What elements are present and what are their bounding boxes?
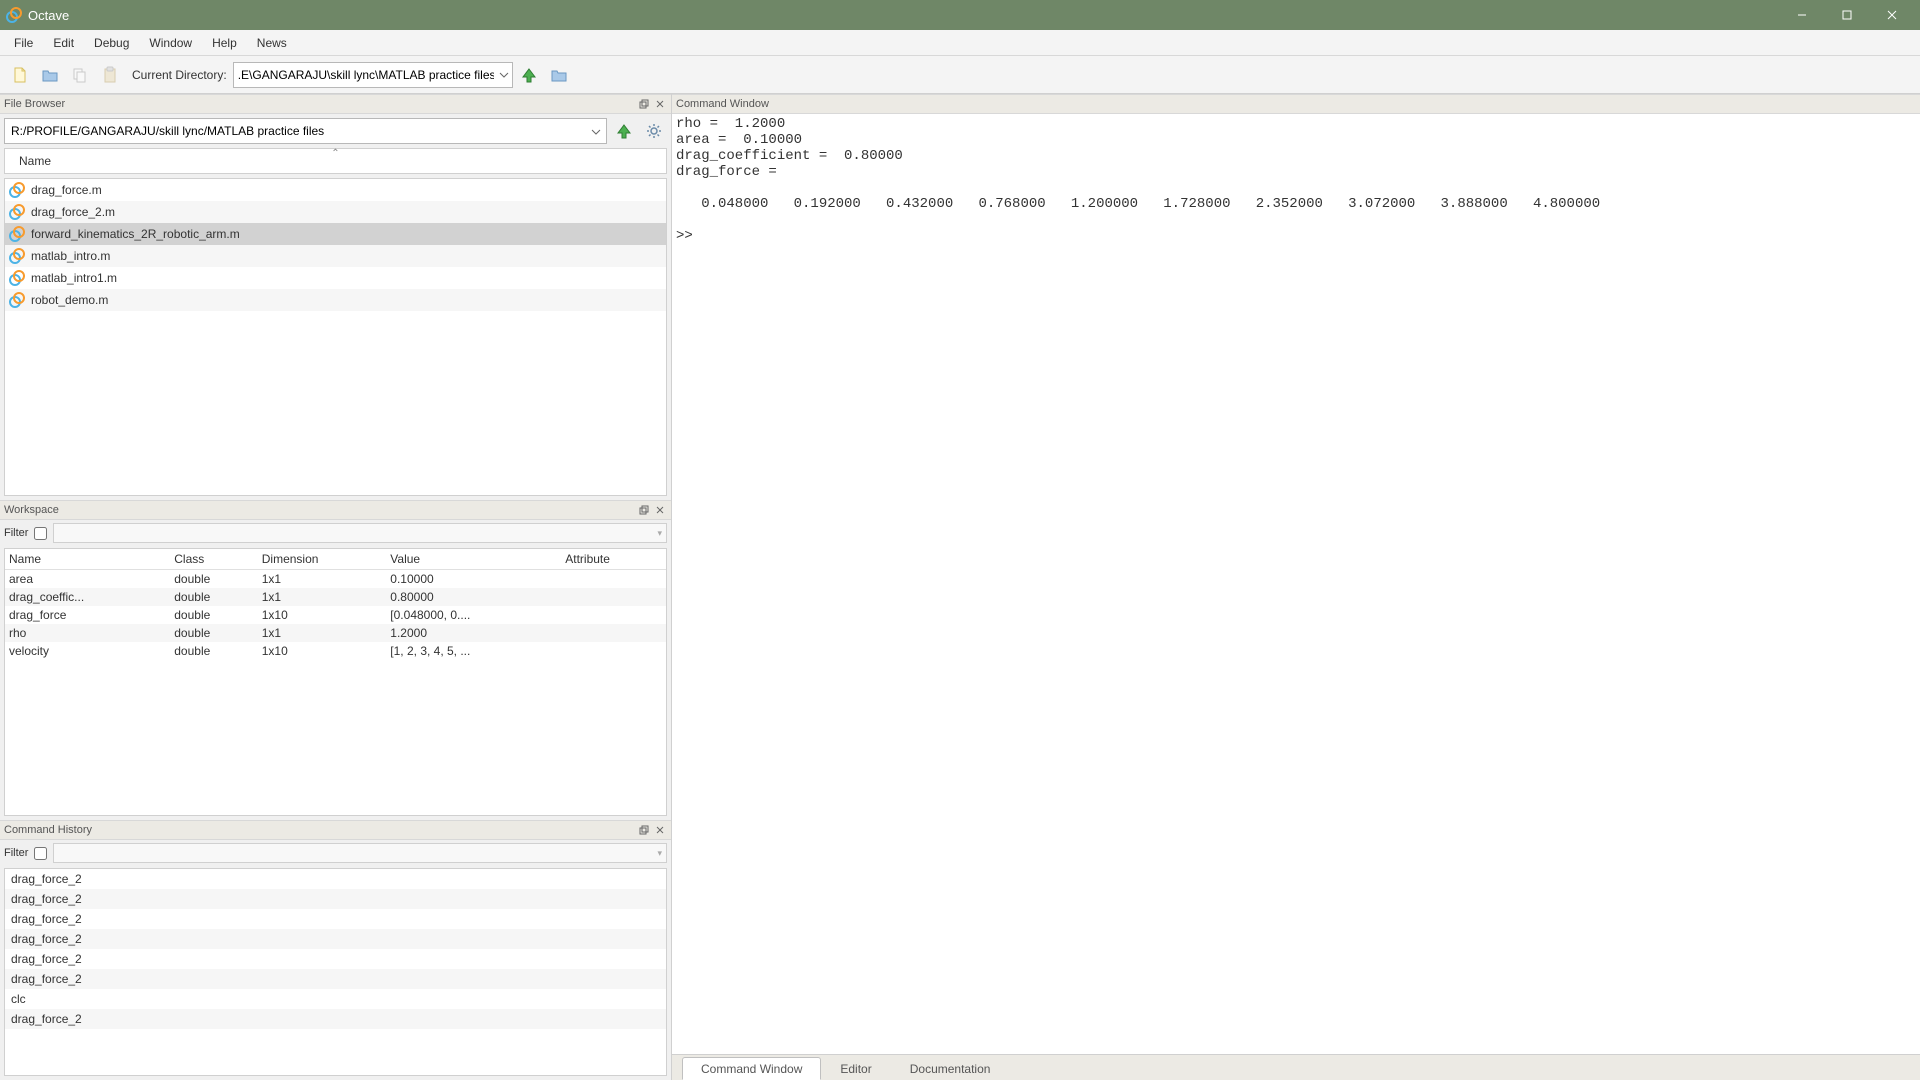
workspace-col-name[interactable]: Name [5, 549, 170, 570]
tab-documentation[interactable]: Documentation [891, 1057, 1010, 1080]
octave-logo-icon [6, 7, 22, 23]
history-item[interactable]: drag_force_2 [5, 889, 666, 909]
workspace-filter-label: Filter [4, 527, 28, 539]
undock-icon[interactable] [637, 823, 651, 837]
file-name: matlab_intro.m [31, 249, 110, 263]
history-item[interactable]: drag_force_2 [5, 1009, 666, 1029]
menu-file[interactable]: File [4, 33, 43, 53]
open-file-button[interactable] [36, 61, 64, 89]
file-name: forward_kinematics_2R_robotic_arm.m [31, 227, 240, 241]
close-panel-icon[interactable] [653, 503, 667, 517]
workspace-row[interactable]: drag_forcedouble1x10[0.048000, 0.... [5, 606, 666, 624]
workspace-title: Workspace [4, 504, 59, 516]
history-filter-checkbox[interactable] [34, 847, 47, 860]
undock-icon[interactable] [637, 97, 651, 111]
file-item[interactable]: matlab_intro.m [5, 245, 666, 267]
tab-command-window[interactable]: Command Window [682, 1057, 821, 1080]
minimize-button[interactable] [1779, 0, 1824, 30]
workspace-col-dimension[interactable]: Dimension [258, 549, 387, 570]
file-item[interactable]: matlab_intro1.m [5, 267, 666, 289]
history-item[interactable]: drag_force_2 [5, 909, 666, 929]
file-name: drag_force_2.m [31, 205, 115, 219]
octave-file-icon [9, 292, 25, 308]
history-item[interactable]: drag_force_2 [5, 949, 666, 969]
toolbar: Current Directory: [0, 56, 1920, 94]
file-name: robot_demo.m [31, 293, 108, 307]
menu-edit[interactable]: Edit [43, 33, 84, 53]
menu-window[interactable]: Window [139, 33, 202, 53]
file-browser-settings-button[interactable] [641, 118, 667, 144]
close-panel-icon[interactable] [653, 823, 667, 837]
file-item[interactable]: forward_kinematics_2R_robotic_arm.m [5, 223, 666, 245]
command-history-title: Command History [4, 824, 92, 836]
browse-dir-button[interactable] [545, 61, 573, 89]
file-item[interactable]: drag_force_2.m [5, 201, 666, 223]
window-title: Octave [28, 8, 69, 23]
sort-indicator-icon: ⌃ [331, 148, 339, 159]
dir-up-button[interactable] [515, 61, 543, 89]
command-window-content[interactable]: rho = 1.2000 area = 0.10000 drag_coeffic… [672, 114, 1920, 1038]
octave-file-icon [9, 204, 25, 220]
maximize-button[interactable] [1824, 0, 1869, 30]
command-history-list[interactable]: drag_force_2drag_force_2drag_force_2drag… [5, 869, 666, 1059]
close-button[interactable] [1869, 0, 1914, 30]
command-window-title: Command Window [676, 98, 769, 110]
command-window-header: Command Window [672, 94, 1920, 114]
history-item[interactable]: clc [5, 989, 666, 1009]
workspace-row[interactable]: areadouble1x10.10000 [5, 570, 666, 589]
file-list[interactable]: drag_force.m drag_force_2.m forward_kinema… [4, 178, 667, 496]
workspace-row[interactable]: drag_coeffic...double1x10.80000 [5, 588, 666, 606]
paste-button[interactable] [96, 61, 124, 89]
file-browser-title: File Browser [4, 98, 65, 110]
file-browser-up-button[interactable] [611, 118, 637, 144]
octave-file-icon [9, 226, 25, 242]
menu-help[interactable]: Help [202, 33, 247, 53]
workspace-header: Workspace [0, 500, 671, 520]
file-name: matlab_intro1.m [31, 271, 117, 285]
workspace-table[interactable]: NameClassDimensionValueAttribute areadou… [5, 549, 666, 660]
titlebar: Octave [0, 0, 1920, 30]
close-panel-icon[interactable] [653, 97, 667, 111]
workspace-col-value[interactable]: Value [386, 549, 561, 570]
workspace-col-class[interactable]: Class [170, 549, 258, 570]
octave-file-icon [9, 248, 25, 264]
file-browser-header: File Browser [0, 94, 671, 114]
command-window-hscrollbar[interactable] [672, 1038, 1920, 1054]
history-filter-label: Filter [4, 847, 28, 859]
workspace-row[interactable]: velocitydouble1x10[1, 2, 3, 4, 5, ... [5, 642, 666, 660]
current-directory-input[interactable] [233, 62, 513, 88]
file-item[interactable]: drag_force.m [5, 179, 666, 201]
octave-file-icon [9, 182, 25, 198]
menu-debug[interactable]: Debug [84, 33, 139, 53]
copy-button[interactable] [66, 61, 94, 89]
workspace-col-attribute[interactable]: Attribute [561, 549, 666, 570]
chevron-down-icon: ▾ [657, 528, 662, 539]
octave-file-icon [9, 270, 25, 286]
history-hscrollbar[interactable] [5, 1059, 666, 1075]
menubar: FileEditDebugWindowHelpNews [0, 30, 1920, 56]
undock-icon[interactable] [637, 503, 651, 517]
workspace-row[interactable]: rhodouble1x11.2000 [5, 624, 666, 642]
menu-news[interactable]: News [247, 33, 297, 53]
file-browser-name-header[interactable]: ⌃ Name [4, 148, 667, 174]
file-item[interactable]: robot_demo.m [5, 289, 666, 311]
new-file-button[interactable] [6, 61, 34, 89]
current-directory-label: Current Directory: [132, 68, 227, 82]
workspace-filter-checkbox[interactable] [34, 527, 47, 540]
workspace-filter-input[interactable]: ▾ [53, 523, 667, 543]
command-history-header: Command History [0, 820, 671, 840]
chevron-down-icon: ▾ [657, 848, 662, 859]
history-filter-input[interactable]: ▾ [53, 843, 667, 863]
history-item[interactable]: drag_force_2 [5, 969, 666, 989]
file-browser-path-input[interactable] [4, 118, 607, 144]
tab-editor[interactable]: Editor [821, 1057, 890, 1080]
history-item[interactable]: drag_force_2 [5, 869, 666, 889]
file-name: drag_force.m [31, 183, 102, 197]
command-window-tabs: Command WindowEditorDocumentation [672, 1054, 1920, 1080]
history-item[interactable]: drag_force_2 [5, 929, 666, 949]
